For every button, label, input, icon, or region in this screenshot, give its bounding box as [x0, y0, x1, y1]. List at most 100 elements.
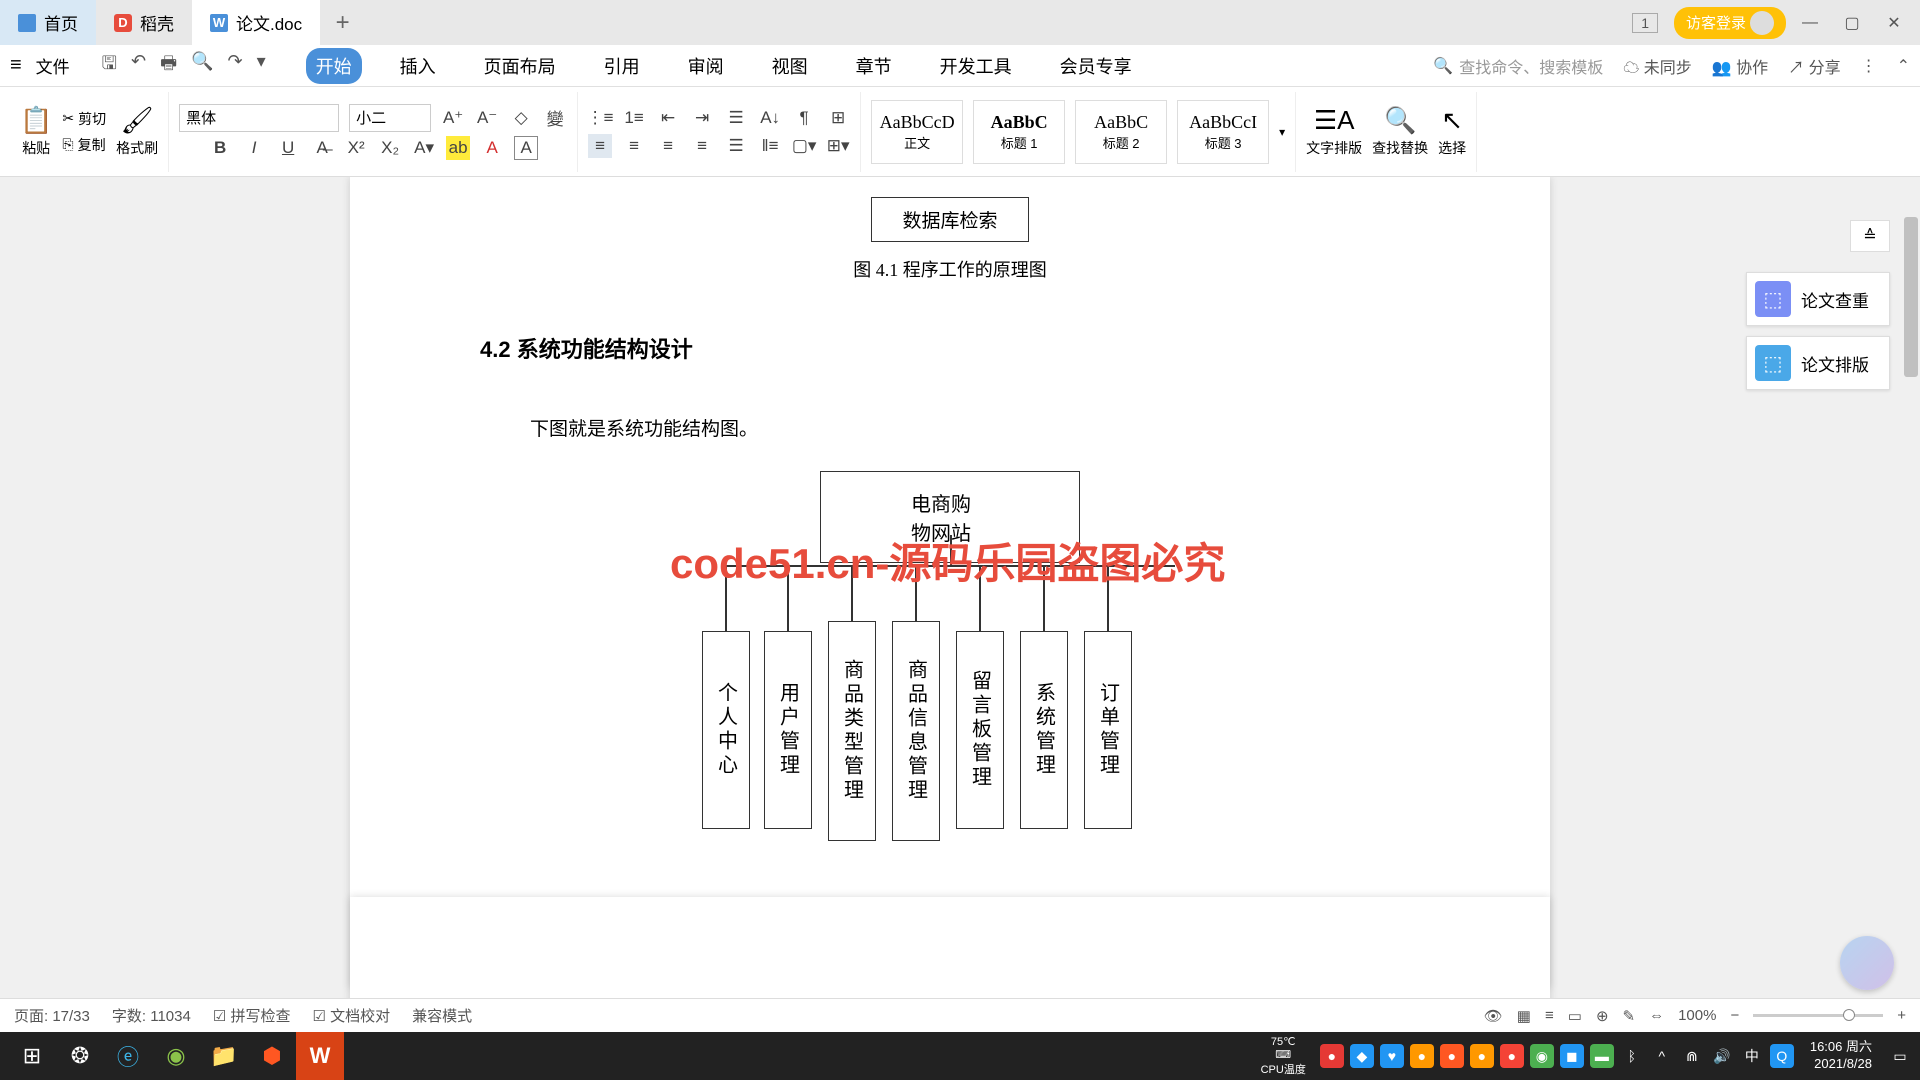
highlight-button[interactable]: ab: [446, 136, 470, 160]
align-right-button[interactable]: ≡: [656, 134, 680, 158]
select-button[interactable]: ↖选择: [1438, 105, 1466, 158]
tabs-button[interactable]: ⊞: [826, 106, 850, 130]
document-page[interactable]: 数据库检索 图 4.1 程序工作的原理图 4.2 系统功能结构设计 下图就是系统…: [350, 177, 1550, 988]
cut-button[interactable]: ✂ 剪切: [62, 109, 106, 129]
strikethrough-button[interactable]: A̶: [310, 136, 334, 160]
tray-icon[interactable]: ●: [1500, 1044, 1524, 1068]
align-justify-button[interactable]: ≡: [690, 134, 714, 158]
tray-icon[interactable]: ●: [1470, 1044, 1494, 1068]
paste-button[interactable]: 📋 粘贴: [20, 105, 52, 158]
read-view-icon[interactable]: ▭: [1568, 1007, 1582, 1025]
side-toggle-button[interactable]: ≙: [1850, 220, 1890, 252]
menu-tab-start[interactable]: 开始: [306, 48, 362, 84]
zoom-level[interactable]: 100%: [1678, 1007, 1716, 1024]
fit-width-icon[interactable]: ⇔: [1649, 1007, 1664, 1024]
zoom-thumb[interactable]: [1843, 1009, 1855, 1021]
borders-button[interactable]: ⊞▾: [826, 134, 850, 158]
collab-button[interactable]: 👥 协作: [1712, 54, 1768, 78]
increase-font-icon[interactable]: A⁺: [441, 106, 465, 130]
style-heading2[interactable]: AaBbC标题 2: [1075, 100, 1167, 164]
decrease-font-icon[interactable]: A⁻: [475, 106, 499, 130]
numbering-button[interactable]: 1≡: [622, 106, 646, 130]
assistant-float-button[interactable]: [1840, 936, 1894, 990]
file-menu[interactable]: 文件: [36, 53, 70, 78]
menu-tab-vip[interactable]: 会员专享: [1050, 48, 1142, 84]
menu-tab-review[interactable]: 审阅: [678, 48, 734, 84]
web-view-icon[interactable]: ⊕: [1596, 1007, 1609, 1025]
outline-view-icon[interactable]: ≡: [1545, 1007, 1554, 1024]
start-button[interactable]: ⊞: [8, 1032, 56, 1080]
italic-button[interactable]: I: [242, 136, 266, 160]
tray-icon[interactable]: ◆: [1350, 1044, 1374, 1068]
tray-icon[interactable]: ◉: [1530, 1044, 1554, 1068]
vertical-scrollbar[interactable]: [1902, 177, 1920, 998]
app-icon-1[interactable]: ⬢: [248, 1032, 296, 1080]
zoom-in-button[interactable]: +: [1897, 1007, 1906, 1024]
tray-icon[interactable]: ●: [1440, 1044, 1464, 1068]
cpu-temp[interactable]: 75℃⌨CPU温度: [1261, 1035, 1306, 1077]
page-view-icon[interactable]: ▦: [1517, 1007, 1531, 1025]
save-icon[interactable]: 🖫: [102, 51, 117, 81]
font-size-select[interactable]: [349, 104, 431, 132]
tab-daoke[interactable]: D 稻壳: [96, 0, 192, 45]
menu-tab-devtools[interactable]: 开发工具: [930, 48, 1022, 84]
distribute-button[interactable]: ☰: [724, 134, 748, 158]
menu-tab-insert[interactable]: 插入: [390, 48, 446, 84]
thesis-layout-button[interactable]: ⬚ 论文排版: [1746, 336, 1890, 390]
menu-tab-chapter[interactable]: 章节: [846, 48, 902, 84]
word-count[interactable]: 字数: 11034: [112, 1005, 191, 1026]
window-counter[interactable]: 1: [1632, 13, 1658, 33]
tray-icon[interactable]: ▬: [1590, 1044, 1614, 1068]
tray-icon[interactable]: ●: [1410, 1044, 1434, 1068]
sort-button[interactable]: A↓: [758, 106, 782, 130]
clear-format-icon[interactable]: ◇: [509, 106, 533, 130]
zoom-out-button[interactable]: −: [1730, 1007, 1739, 1024]
tab-document[interactable]: W 论文.doc: [192, 0, 320, 45]
menu-tab-layout[interactable]: 页面布局: [474, 48, 566, 84]
ie-icon[interactable]: ⓔ: [104, 1032, 152, 1080]
tray-icon[interactable]: ●: [1320, 1044, 1344, 1068]
underline-button[interactable]: U: [276, 136, 300, 160]
align-center-button[interactable]: ≡: [622, 134, 646, 158]
copy-button[interactable]: ⎘ 复制: [62, 135, 106, 155]
style-heading1[interactable]: AaBbC标题 1: [973, 100, 1065, 164]
new-tab-button[interactable]: +: [320, 9, 365, 37]
redo-icon[interactable]: ↷: [228, 51, 243, 81]
tray-icon[interactable]: Q: [1770, 1044, 1794, 1068]
shading-button[interactable]: ▢▾: [792, 134, 816, 158]
styles-more-button[interactable]: ▾: [1279, 125, 1285, 139]
scroll-thumb[interactable]: [1904, 217, 1918, 377]
doc-proof[interactable]: ☑ 文档校对: [312, 1005, 390, 1026]
annotation-icon[interactable]: ✎: [1623, 1007, 1636, 1025]
wps-icon[interactable]: W: [296, 1032, 344, 1080]
visitor-login-button[interactable]: 访客登录: [1674, 7, 1786, 39]
taskbar-clock[interactable]: 16:06 周六 2021/8/28: [1800, 1039, 1882, 1073]
bluetooth-icon[interactable]: ᛒ: [1620, 1044, 1644, 1068]
volume-icon[interactable]: 🔊: [1710, 1044, 1734, 1068]
zoom-slider[interactable]: [1753, 1014, 1883, 1017]
wifi-icon[interactable]: ⋒: [1680, 1044, 1704, 1068]
phonetic-icon[interactable]: 變: [543, 106, 567, 130]
style-normal[interactable]: AaBbCcD正文: [871, 100, 963, 164]
notifications-icon[interactable]: ▭: [1888, 1044, 1912, 1068]
ime-indicator[interactable]: 中: [1740, 1044, 1764, 1068]
eye-care-icon[interactable]: 👁: [1484, 1007, 1503, 1025]
share-button[interactable]: ↗ 分享: [1788, 54, 1840, 78]
format-painter-button[interactable]: 🖌 格式刷: [116, 105, 158, 158]
find-replace-button[interactable]: 🔍查找替换: [1372, 105, 1428, 158]
more-menu[interactable]: ⋮: [1861, 56, 1877, 76]
font-color-button[interactable]: A: [480, 136, 504, 160]
style-heading3[interactable]: AaBbCcI标题 3: [1177, 100, 1269, 164]
line-spacing-button[interactable]: ‖≡: [758, 134, 782, 158]
hamburger-icon[interactable]: ≡: [10, 54, 22, 77]
decrease-indent-button[interactable]: ⇤: [656, 106, 680, 130]
text-effects-button[interactable]: A▾: [412, 136, 436, 160]
more-icon[interactable]: ▾: [257, 51, 266, 81]
bullets-button[interactable]: ⋮≡: [588, 106, 612, 130]
sync-status[interactable]: ☁ 未同步: [1623, 54, 1691, 78]
tab-home[interactable]: 首页: [0, 0, 96, 45]
print-icon[interactable]: 🖶: [160, 51, 177, 81]
maximize-button[interactable]: ▢: [1834, 8, 1870, 38]
font-name-select[interactable]: [179, 104, 339, 132]
spell-check[interactable]: ☑ 拼写检查: [213, 1005, 291, 1026]
